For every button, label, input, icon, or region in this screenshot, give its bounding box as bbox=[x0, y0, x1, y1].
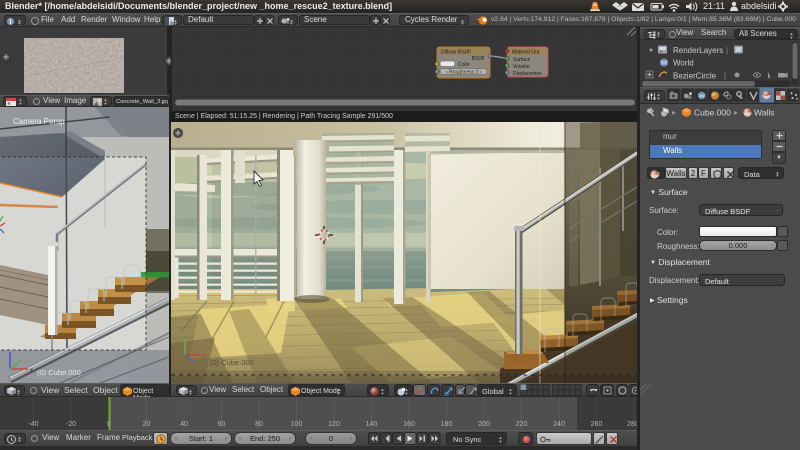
svg-text:(0) Cube.000: (0) Cube.000 bbox=[210, 358, 254, 367]
svg-text:|: | bbox=[724, 72, 726, 81]
svg-text:Volume: Volume bbox=[513, 64, 530, 70]
svg-text:80: 80 bbox=[255, 421, 263, 428]
svg-text:220: 220 bbox=[516, 421, 528, 428]
svg-text:60: 60 bbox=[218, 421, 226, 428]
svg-text:Walls: Walls bbox=[754, 108, 774, 118]
svg-text:World: World bbox=[673, 59, 694, 68]
svg-text:Cube.000: Cube.000 bbox=[694, 108, 731, 118]
svg-text:Camera Persp: Camera Persp bbox=[13, 117, 65, 126]
svg-text:x: x bbox=[203, 354, 206, 360]
svg-text:i: i bbox=[10, 18, 12, 26]
svg-text:100: 100 bbox=[291, 421, 303, 428]
svg-text:Surface: Surface bbox=[513, 57, 530, 63]
svg-text:280: 280 bbox=[627, 421, 637, 428]
svg-text:0: 0 bbox=[107, 421, 111, 428]
svg-text:260: 260 bbox=[591, 421, 603, 428]
svg-text:Color: Color bbox=[458, 62, 470, 68]
svg-text:BezierCircle: BezierCircle bbox=[673, 72, 717, 81]
svg-text:|: | bbox=[726, 46, 728, 55]
svg-text:20: 20 bbox=[143, 421, 151, 428]
svg-text:240: 240 bbox=[553, 421, 565, 428]
svg-text:140: 140 bbox=[366, 421, 378, 428]
svg-text:▸: ▸ bbox=[734, 108, 738, 117]
svg-text:160: 160 bbox=[403, 421, 415, 428]
svg-text:BSDF: BSDF bbox=[472, 56, 485, 62]
svg-text:Diffuse BSDF: Diffuse BSDF bbox=[441, 50, 471, 56]
svg-text:-20: -20 bbox=[66, 421, 76, 428]
svg-text:‹ Roughness 0 ›: ‹ Roughness 0 › bbox=[446, 70, 482, 76]
svg-text:Material Out: Material Out bbox=[512, 50, 540, 56]
svg-text:RenderLayers: RenderLayers bbox=[673, 46, 723, 55]
svg-text:120: 120 bbox=[328, 421, 340, 428]
svg-text:-40: -40 bbox=[28, 421, 38, 428]
svg-text:Displacemen: Displacemen bbox=[513, 71, 542, 77]
svg-text:x: x bbox=[30, 368, 33, 374]
svg-text:40: 40 bbox=[180, 421, 188, 428]
svg-text:▸: ▸ bbox=[672, 108, 676, 117]
svg-text:y: y bbox=[183, 333, 186, 339]
svg-text:(0) Cube.000: (0) Cube.000 bbox=[37, 368, 81, 377]
svg-text:200: 200 bbox=[478, 421, 490, 428]
svg-text:180: 180 bbox=[441, 421, 453, 428]
